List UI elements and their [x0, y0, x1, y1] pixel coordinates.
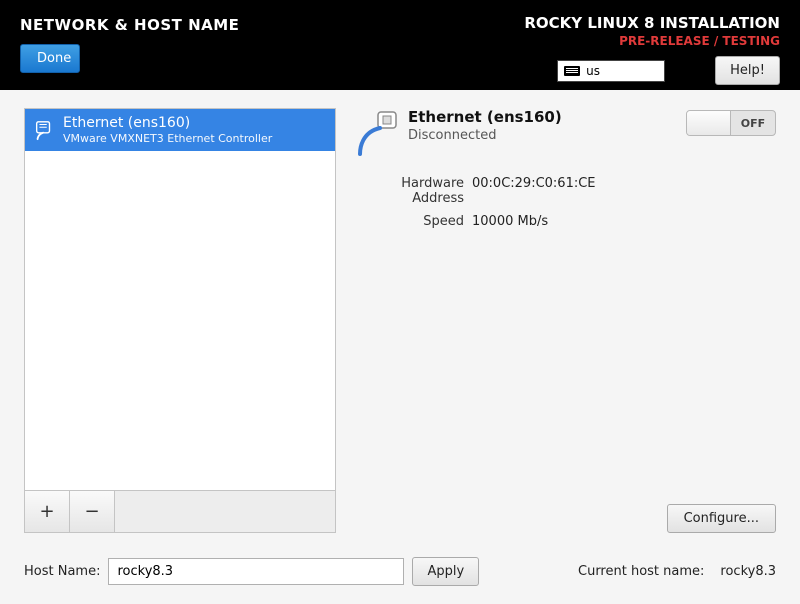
header-left: NETWORK & HOST NAME Done	[20, 8, 239, 73]
detail-title: Ethernet (ens160)	[408, 108, 676, 126]
apply-hostname-button[interactable]: Apply	[412, 557, 479, 586]
nic-column: Ethernet (ens160) VMware VMXNET3 Etherne…	[24, 108, 336, 533]
detail-grid: Hardware Address 00:0C:29:C0:61:CE Speed…	[354, 176, 776, 229]
hostname-input[interactable]	[108, 558, 404, 585]
nic-item-subtitle: VMware VMXNET3 Ethernet Controller	[63, 132, 272, 145]
hw-address-value: 00:0C:29:C0:61:CE	[472, 176, 776, 206]
detail-status: Disconnected	[408, 128, 676, 143]
connection-toggle[interactable]: OFF	[686, 110, 776, 136]
current-hostname-label: Current host name:	[578, 564, 704, 579]
add-nic-button[interactable]: +	[25, 491, 70, 532]
current-hostname-value: rocky8.3	[720, 564, 776, 579]
configure-button[interactable]: Configure...	[667, 504, 776, 533]
installer-title: ROCKY LINUX 8 INSTALLATION	[524, 8, 780, 32]
speed-value: 10000 Mb/s	[472, 214, 776, 229]
toggle-state-label: OFF	[731, 111, 775, 135]
hw-address-label: Hardware Address	[354, 176, 464, 206]
keyboard-layout-selector[interactable]: us	[557, 60, 665, 82]
header-right: ROCKY LINUX 8 INSTALLATION PRE-RELEASE /…	[524, 8, 780, 85]
keyboard-icon	[564, 66, 580, 76]
help-button[interactable]: Help!	[715, 56, 780, 85]
nic-detail-column: Ethernet (ens160) Disconnected OFF Hardw…	[354, 108, 776, 533]
speed-label: Speed	[354, 214, 464, 229]
content-area: Ethernet (ens160) VMware VMXNET3 Etherne…	[0, 90, 800, 604]
keyboard-layout-value: us	[586, 64, 600, 78]
page-title: NETWORK & HOST NAME	[20, 8, 239, 34]
toggle-knob	[687, 111, 731, 135]
toolbar-spacer	[115, 491, 335, 532]
hostname-row: Host Name: Apply Current host name: rock…	[24, 533, 776, 586]
nic-list-item[interactable]: Ethernet (ens160) VMware VMXNET3 Etherne…	[25, 109, 335, 151]
nic-item-title: Ethernet (ens160)	[63, 115, 272, 131]
nic-list[interactable]: Ethernet (ens160) VMware VMXNET3 Etherne…	[24, 108, 336, 491]
hostname-label: Host Name:	[24, 564, 100, 579]
ethernet-icon	[33, 119, 55, 141]
remove-nic-button[interactable]: −	[70, 491, 115, 532]
installer-subtitle: PRE-RELEASE / TESTING	[619, 34, 780, 48]
ethernet-cable-icon	[354, 108, 402, 156]
nic-list-toolbar: + −	[24, 491, 336, 533]
done-button[interactable]: Done	[20, 44, 80, 73]
header-bar: NETWORK & HOST NAME Done ROCKY LINUX 8 I…	[0, 0, 800, 90]
